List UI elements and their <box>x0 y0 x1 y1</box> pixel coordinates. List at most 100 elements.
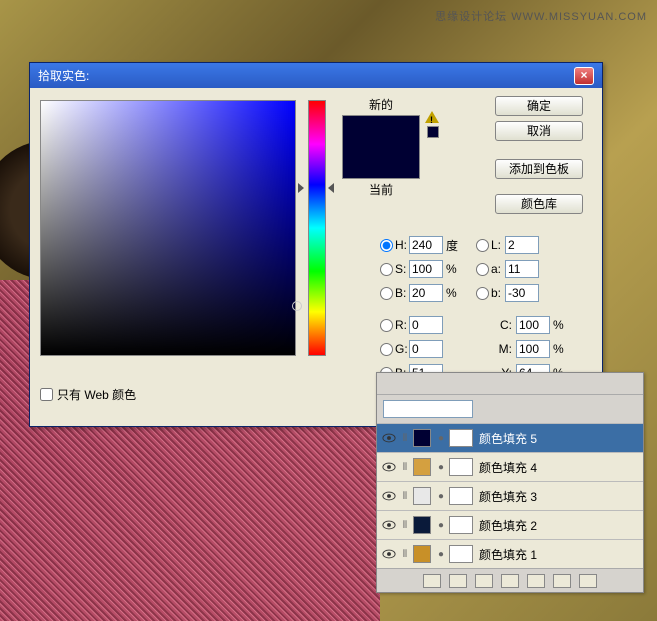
green-input[interactable] <box>409 340 443 358</box>
watermark: 思缘设计论坛 WWW.MISSYUAN.COM <box>435 8 647 24</box>
lab-a-input[interactable] <box>505 260 539 278</box>
trash-icon[interactable] <box>579 574 597 588</box>
web-colors-row: 只有 Web 颜色 <box>40 386 136 403</box>
bright-input[interactable] <box>409 284 443 302</box>
hue-unit: 度 <box>446 237 458 254</box>
new-folder-icon[interactable] <box>501 574 519 588</box>
hue-input[interactable] <box>409 236 443 254</box>
chain-icon[interactable]: ⦀ <box>399 462 411 473</box>
chain-icon[interactable]: ⦀ <box>399 491 411 502</box>
layer-fill-swatch[interactable] <box>413 487 431 505</box>
layer-fill-swatch[interactable] <box>413 545 431 563</box>
lab-b-row: b: <box>476 284 539 302</box>
link-icon[interactable]: ⦁ <box>435 462 447 473</box>
color-preview: 新的 当前 <box>342 96 420 198</box>
sat-input[interactable] <box>409 260 443 278</box>
web-colors-checkbox[interactable] <box>40 388 53 401</box>
layer-style-icon[interactable] <box>449 574 467 588</box>
cyan-input[interactable] <box>516 316 550 334</box>
green-radio[interactable] <box>380 343 393 356</box>
gamut-warning-swatch[interactable] <box>427 126 439 138</box>
eye-icon[interactable] <box>381 517 397 533</box>
magenta-row: M: % <box>496 340 565 358</box>
current-color-swatch[interactable] <box>343 148 419 179</box>
chain-icon[interactable]: ⦀ <box>399 433 411 444</box>
layer-item[interactable]: ⦀⦁颜色填充 4 <box>377 452 643 481</box>
color-field[interactable] <box>40 100 296 356</box>
layers-controls <box>377 395 643 423</box>
layer-item[interactable]: ⦀ ⦁ 颜色填充 3 <box>377 481 643 510</box>
layer-mask-thumb[interactable] <box>449 429 473 447</box>
magenta-input[interactable] <box>516 340 550 358</box>
new-color-swatch[interactable] <box>343 116 419 148</box>
eye-icon[interactable] <box>381 430 397 446</box>
hue-radio[interactable] <box>380 239 393 252</box>
layers-panel: ⦀⦁颜色填充 5⦀⦁颜色填充 4⦀⦁颜色填充 3⦀⦁颜色填充 2⦀⦁颜色填充 1 <box>376 372 644 593</box>
layer-mask-icon[interactable] <box>475 574 493 588</box>
add-swatch-button[interactable]: 添加到色板 <box>495 159 583 179</box>
layer-label: 颜色填充 3 <box>479 488 639 505</box>
link-icon[interactable]: ⦁ <box>435 491 447 502</box>
hue-slider-arrow-left[interactable] <box>298 183 304 193</box>
new-layer-icon[interactable] <box>553 574 571 588</box>
layer-mask-thumb[interactable] <box>449 458 473 476</box>
cancel-button[interactable]: 取消 <box>495 121 583 141</box>
lab-a-radio[interactable] <box>476 263 489 276</box>
adjustment-layer-icon[interactable] <box>527 574 545 588</box>
hue-slider-arrow-right[interactable] <box>328 183 334 193</box>
lab-l-radio[interactable] <box>476 239 489 252</box>
layer-label: 颜色填充 1 <box>479 546 639 563</box>
layer-mask-thumb[interactable] <box>449 487 473 505</box>
layer-fill-swatch[interactable] <box>413 516 431 534</box>
lab-l-row: L: <box>476 236 539 254</box>
link-icon[interactable]: ⦁ <box>435 433 447 444</box>
green-row: G: <box>380 340 443 358</box>
link-icon[interactable]: ⦁ <box>435 520 447 531</box>
layers-tabs[interactable] <box>377 373 643 395</box>
web-colors-label: 只有 Web 颜色 <box>57 386 136 403</box>
chain-icon[interactable]: ⦀ <box>399 520 411 531</box>
close-icon[interactable]: × <box>574 67 594 85</box>
lab-b-label: b: <box>491 286 505 300</box>
sat-radio[interactable] <box>380 263 393 276</box>
link-layers-icon[interactable] <box>423 574 441 588</box>
layer-list: ⦀⦁颜色填充 5⦀⦁颜色填充 4⦀⦁颜色填充 3⦀⦁颜色填充 2⦀⦁颜色填充 1 <box>377 423 643 568</box>
layer-mask-thumb[interactable] <box>449 516 473 534</box>
bright-radio[interactable] <box>380 287 393 300</box>
cyan-label: C: <box>496 318 512 332</box>
current-label: 当前 <box>342 181 420 198</box>
new-label: 新的 <box>342 96 420 113</box>
link-icon[interactable]: ⦁ <box>435 549 447 560</box>
eye-icon[interactable] <box>381 488 397 504</box>
color-library-button[interactable]: 颜色库 <box>495 194 583 214</box>
layer-label: 颜色填充 5 <box>479 430 639 447</box>
layer-item[interactable]: ⦀ ⦁ 颜色填充 1 <box>377 539 643 568</box>
dialog-title: 拾取实色: <box>38 67 89 84</box>
lab-b-input[interactable] <box>505 284 539 302</box>
eye-icon[interactable] <box>381 546 397 562</box>
lab-l-input[interactable] <box>505 236 539 254</box>
warn-exclaim: ! <box>430 115 433 125</box>
hue-label: H: <box>395 238 409 252</box>
layer-mask-thumb[interactable] <box>449 545 473 563</box>
eye-icon[interactable] <box>381 459 397 475</box>
red-input[interactable] <box>409 316 443 334</box>
color-field-cursor <box>292 301 302 311</box>
lab-b-radio[interactable] <box>476 287 489 300</box>
blend-mode-select[interactable] <box>383 400 473 418</box>
green-label: G: <box>395 342 409 356</box>
red-row: R: <box>380 316 443 334</box>
layer-fill-swatch[interactable] <box>413 458 431 476</box>
sat-row: S: % <box>380 260 458 278</box>
chain-icon[interactable]: ⦀ <box>399 549 411 560</box>
titlebar[interactable]: 拾取实色: × <box>30 63 602 88</box>
hue-strip[interactable] <box>308 100 326 356</box>
layer-item[interactable]: ⦀⦁颜色填充 2 <box>377 510 643 539</box>
layer-fill-swatch[interactable] <box>413 429 431 447</box>
magenta-label: M: <box>496 342 512 356</box>
sat-unit: % <box>446 262 458 276</box>
ok-button[interactable]: 确定 <box>495 96 583 116</box>
layer-item[interactable]: ⦀ ⦁ 颜色填充 5 <box>377 423 643 452</box>
sat-label: S: <box>395 262 409 276</box>
red-radio[interactable] <box>380 319 393 332</box>
